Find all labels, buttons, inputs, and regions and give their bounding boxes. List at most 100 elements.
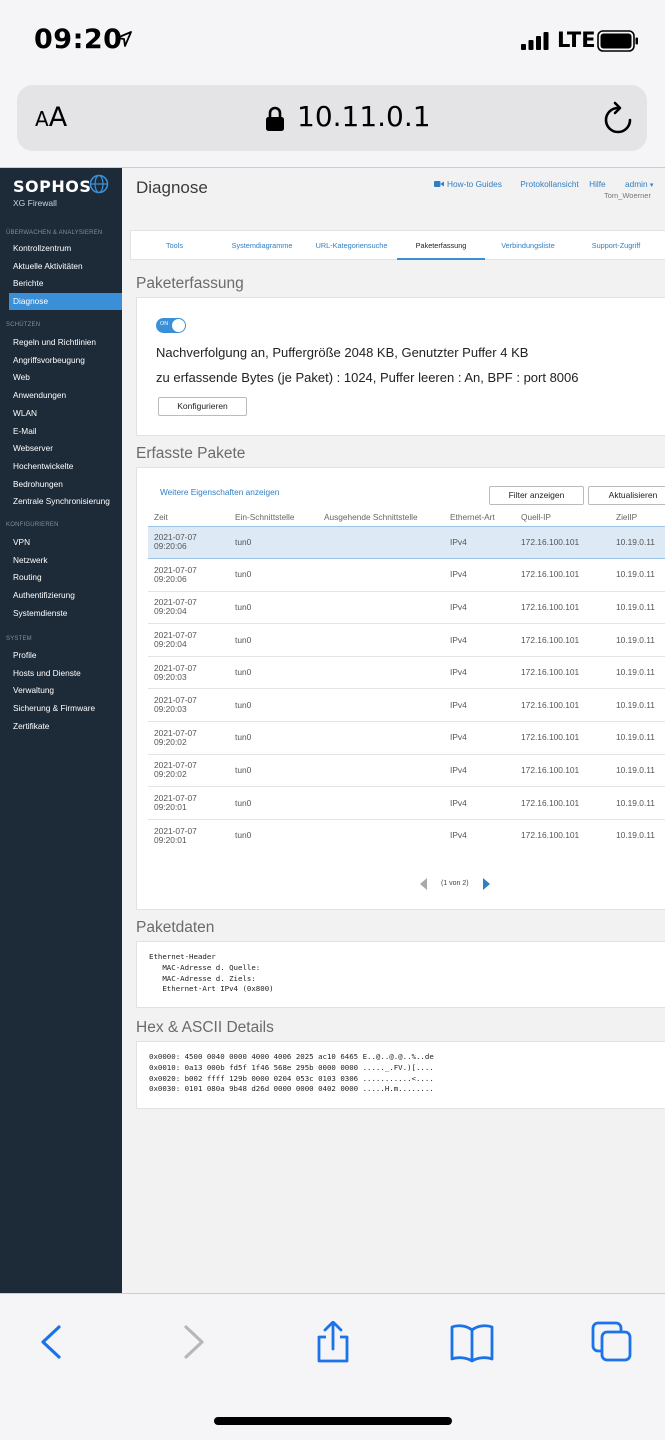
sidebar-item[interactable]: Berichte bbox=[0, 275, 122, 292]
table-row[interactable]: 2021-07-07 09:20:04 tun0 IPv4 172.16.100.101… bbox=[148, 623, 665, 657]
table-row[interactable]: 2021-07-07 09:20:06 tun0 IPv4 172.16.100.101… bbox=[148, 525, 665, 560]
tab[interactable]: Paketerfassung bbox=[397, 231, 485, 260]
table-row[interactable]: 2021-07-07 09:20:03 tun0 IPv4 172.16.100.101… bbox=[148, 688, 665, 722]
tab[interactable]: Support-Zugriff bbox=[571, 231, 661, 260]
src-cell: 172.16.100.101 bbox=[515, 721, 610, 755]
reload-icon[interactable] bbox=[603, 101, 633, 135]
eth-cell: IPv4 bbox=[444, 623, 515, 657]
sidebar-item[interactable]: Authentifizierung bbox=[0, 587, 122, 604]
log-view-link[interactable]: Protokollansicht bbox=[520, 179, 579, 189]
capture-toggle[interactable]: ON bbox=[156, 318, 186, 333]
sidebar-item[interactable]: Bedrohungen bbox=[0, 476, 122, 493]
browser-toolbar bbox=[0, 1293, 665, 1440]
column-header[interactable]: Ein-Schnittstelle bbox=[229, 508, 318, 526]
configure-button[interactable]: Konfigurieren bbox=[158, 397, 247, 416]
sidebar-item[interactable]: Aktuelle Aktivitäten bbox=[0, 258, 122, 275]
dst-cell: 10.19.0.11 bbox=[610, 590, 665, 624]
table-row[interactable]: 2021-07-07 09:20:02 tun0 IPv4 172.16.100.101… bbox=[148, 753, 665, 787]
sidebar-item[interactable]: Zentrale Synchronisierung bbox=[0, 493, 122, 510]
bookmarks-icon[interactable] bbox=[448, 1321, 496, 1363]
table-row[interactable]: 2021-07-07 09:20:01 tun0 IPv4 172.16.100.101… bbox=[148, 786, 665, 820]
dst-cell: 10.19.0.11 bbox=[610, 558, 665, 592]
tabs-icon[interactable] bbox=[588, 1321, 636, 1363]
sidebar-item[interactable]: Sicherung & Firmware bbox=[0, 700, 122, 717]
sidebar-item[interactable]: Profile bbox=[0, 647, 122, 664]
share-icon[interactable] bbox=[309, 1321, 357, 1363]
in-cell: tun0 bbox=[229, 655, 318, 689]
time-cell: 2021-07-07 09:20:02 bbox=[148, 753, 229, 787]
in-cell: tun0 bbox=[229, 623, 318, 657]
sidebar-item[interactable]: E-Mail bbox=[0, 423, 122, 440]
column-header[interactable]: ZielIP bbox=[610, 508, 665, 526]
sidebar-item[interactable]: Hosts und Dienste bbox=[0, 665, 122, 682]
admin-menu[interactable]: admin ▾ bbox=[625, 179, 653, 189]
forward-icon[interactable] bbox=[170, 1321, 218, 1363]
in-cell: tun0 bbox=[229, 786, 318, 820]
sidebar-item[interactable]: Web bbox=[0, 369, 122, 386]
packet-data-panel: Ethernet-Header MAC-Adresse d. Quelle: M… bbox=[136, 941, 665, 1008]
column-header[interactable]: Ausgehende Schnittstelle bbox=[318, 508, 444, 526]
column-header[interactable]: Zeit bbox=[148, 508, 229, 526]
eth-cell: IPv4 bbox=[444, 721, 515, 755]
src-cell: 172.16.100.101 bbox=[515, 525, 610, 560]
sidebar-item[interactable]: Zertifikate bbox=[0, 718, 122, 735]
next-page-icon[interactable] bbox=[481, 878, 491, 890]
sidebar-item[interactable]: Hochentwickelte bbox=[0, 458, 122, 475]
sidebar-item[interactable]: Regeln und Richtlinien bbox=[0, 334, 122, 351]
address-bar[interactable]: AA 10.11.0.1 bbox=[17, 85, 647, 151]
sidebar-item[interactable]: WLAN bbox=[0, 405, 122, 422]
back-icon[interactable] bbox=[27, 1321, 75, 1363]
in-cell: tun0 bbox=[229, 688, 318, 722]
sidebar-item[interactable]: Routing bbox=[0, 569, 122, 586]
tab[interactable]: URL-Kategoriensuche bbox=[306, 231, 397, 260]
more-properties-link[interactable]: Weitere Eigenschaften anzeigen bbox=[160, 487, 279, 497]
sidebar-item[interactable]: Kontrollzentrum bbox=[0, 240, 122, 257]
sidebar-item[interactable]: Systemdienste bbox=[0, 605, 122, 622]
signal-bars-icon bbox=[521, 32, 549, 50]
table-row[interactable]: 2021-07-07 09:20:01 tun0 IPv4 172.16.100.101… bbox=[148, 818, 665, 852]
howto-link[interactable]: How-to Guides bbox=[434, 179, 510, 189]
in-cell: tun0 bbox=[229, 590, 318, 624]
sidebar-item[interactable]: Angriffsvorbeugung bbox=[0, 352, 122, 369]
dst-cell: 10.19.0.11 bbox=[610, 721, 665, 755]
sophos-logo[interactable]: SOPHOS XG Firewall bbox=[13, 177, 91, 208]
in-cell: tun0 bbox=[229, 818, 318, 852]
sidebar-item[interactable]: Netzwerk bbox=[0, 552, 122, 569]
text-size-button[interactable]: AA bbox=[35, 102, 67, 133]
tab[interactable]: Systemdiagramme bbox=[218, 231, 306, 260]
tab[interactable]: Tools bbox=[131, 231, 218, 260]
eth-cell: IPv4 bbox=[444, 786, 515, 820]
tab[interactable]: Verbindungsliste bbox=[485, 231, 571, 260]
out-cell bbox=[318, 721, 444, 755]
sidebar-item[interactable]: VPN bbox=[0, 534, 122, 551]
table-row[interactable]: 2021-07-07 09:20:06 tun0 IPv4 172.16.100.101… bbox=[148, 558, 665, 592]
out-cell bbox=[318, 525, 444, 560]
packet-data-line: MAC-Adresse d. Quelle: bbox=[149, 962, 261, 972]
column-header[interactable]: Quell-IP bbox=[515, 508, 610, 526]
status-time: 09:20 bbox=[34, 24, 123, 55]
url-text[interactable]: 10.11.0.1 bbox=[297, 100, 431, 133]
time-cell: 2021-07-07 09:20:03 bbox=[148, 655, 229, 689]
packet-data-text: Ethernet-Header MAC-Adresse d. Quelle: M… bbox=[149, 952, 274, 995]
table-row[interactable]: 2021-07-07 09:20:04 tun0 IPv4 172.16.100.101… bbox=[148, 590, 665, 624]
sidebar-section-title: SCHÜTZEN bbox=[6, 322, 41, 328]
sidebar-item[interactable]: Anwendungen bbox=[0, 387, 122, 404]
filter-button[interactable]: Filter anzeigen bbox=[489, 486, 584, 505]
help-link[interactable]: Hilfe bbox=[589, 179, 606, 189]
dst-cell: 10.19.0.11 bbox=[610, 655, 665, 689]
refresh-button[interactable]: Aktualisieren bbox=[588, 486, 665, 505]
globe-icon bbox=[89, 174, 109, 194]
table-row[interactable]: 2021-07-07 09:20:03 tun0 IPv4 172.16.100.101… bbox=[148, 655, 665, 689]
column-header[interactable]: Ethernet-Art bbox=[444, 508, 515, 526]
dst-cell: 10.19.0.11 bbox=[610, 818, 665, 852]
sidebar-item[interactable]: Webserver bbox=[0, 440, 122, 457]
eth-cell: IPv4 bbox=[444, 590, 515, 624]
header-links: How-to Guides Protokollansicht Hilfe bbox=[434, 179, 614, 189]
src-cell: 172.16.100.101 bbox=[515, 753, 610, 787]
table-row[interactable]: 2021-07-07 09:20:02 tun0 IPv4 172.16.100.101… bbox=[148, 721, 665, 755]
sidebar-item[interactable]: Diagnose bbox=[9, 293, 122, 311]
sidebar-item[interactable]: Verwaltung bbox=[0, 682, 122, 699]
prev-page-icon[interactable] bbox=[419, 878, 429, 890]
in-cell: tun0 bbox=[229, 525, 318, 560]
dst-cell: 10.19.0.11 bbox=[610, 623, 665, 657]
